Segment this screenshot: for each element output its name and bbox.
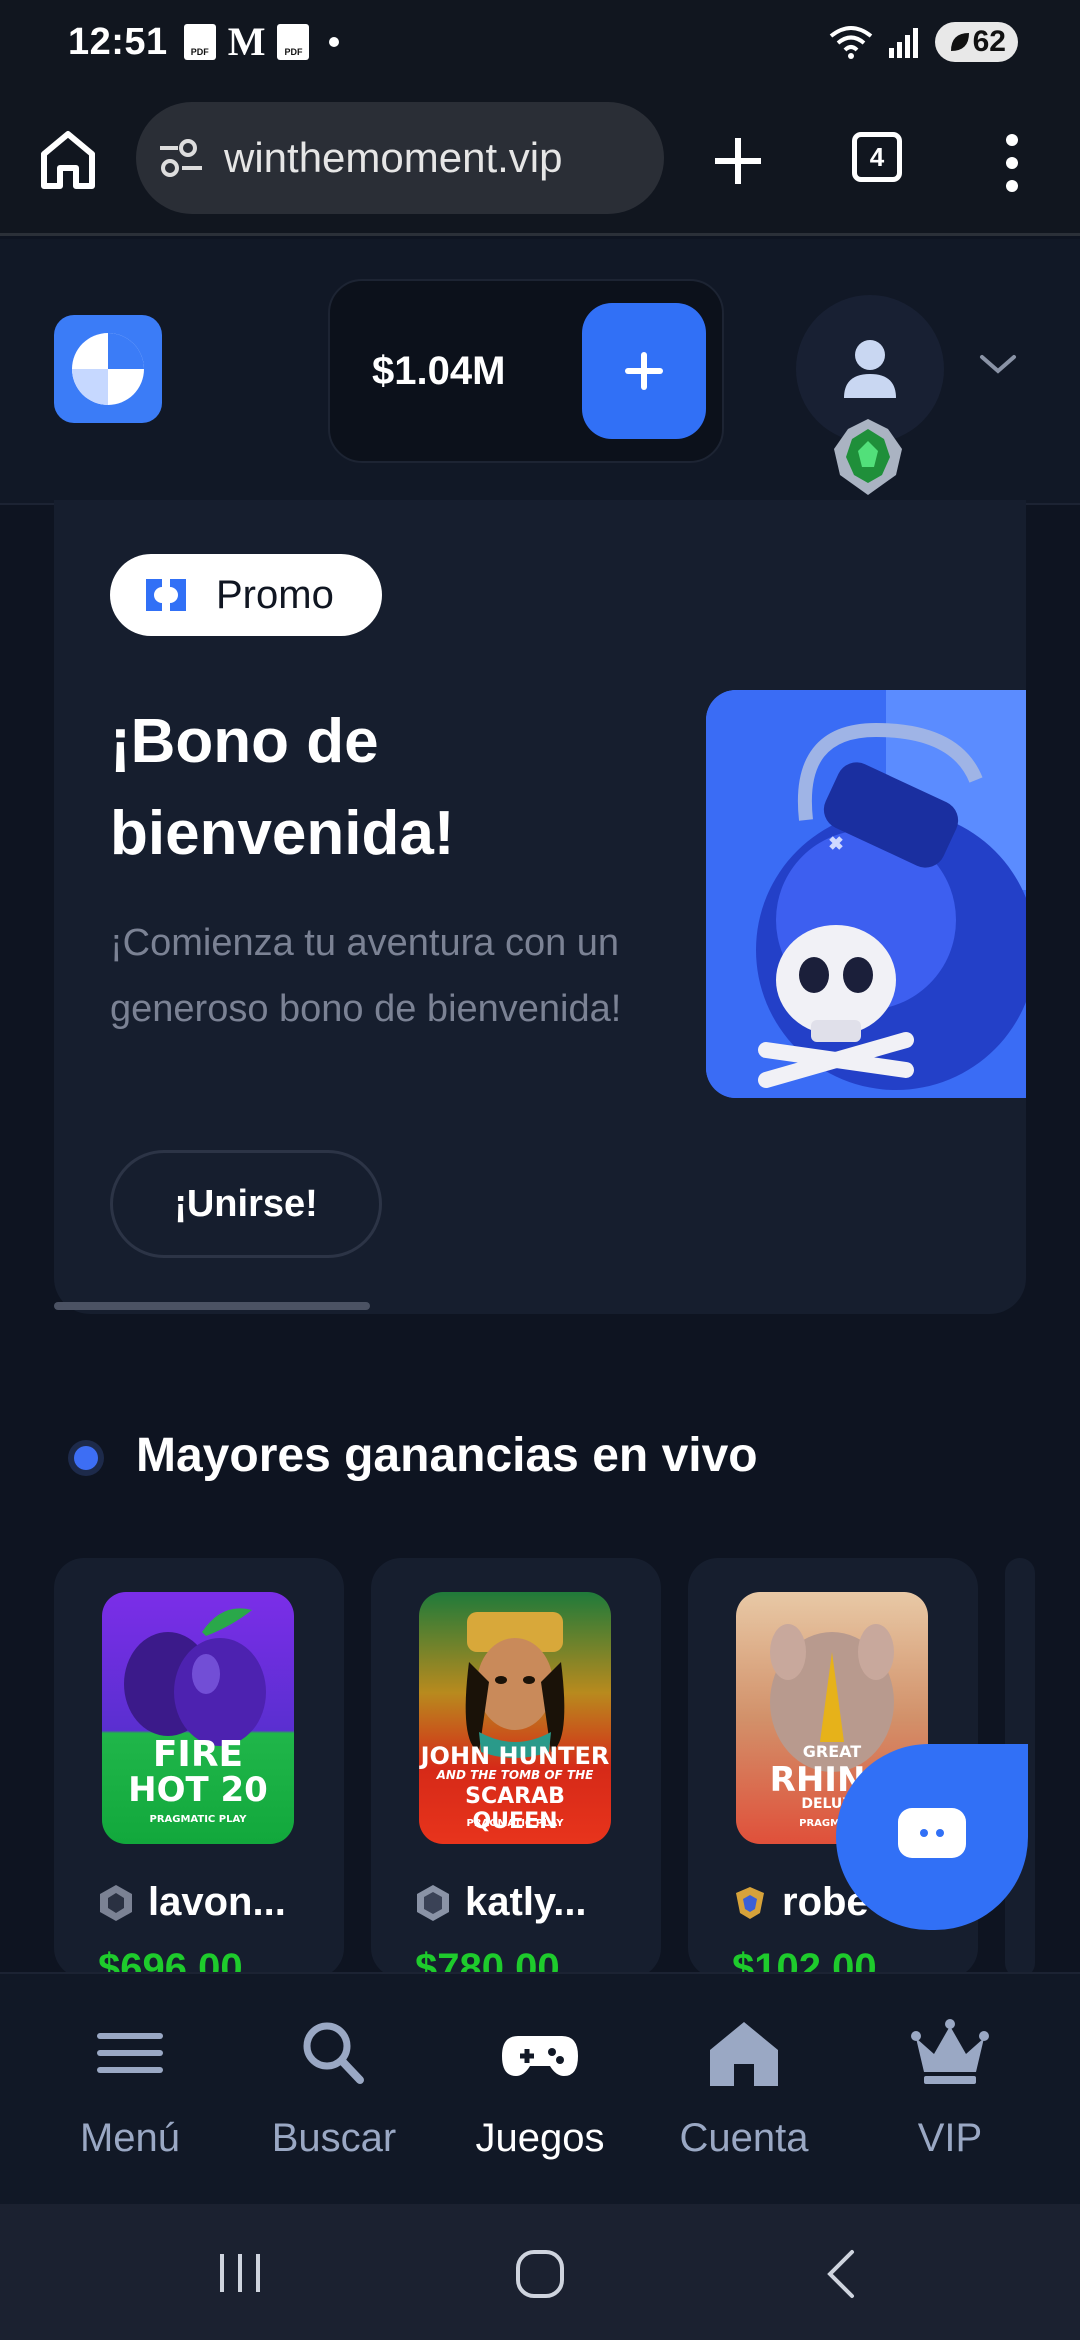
balance-amount: $1.04M [372,349,506,393]
promo-bomb-image [706,690,1026,1098]
game-title-line2: HOT 20 [128,1770,268,1810]
address-bar[interactable]: winthemoment.vip [136,102,664,214]
promo-description: ¡Comienza tu aventura con un generoso bo… [110,922,622,1030]
plus-icon [625,352,663,390]
system-home-icon[interactable] [512,2248,568,2300]
game-thumbnail-fire-hot-20[interactable]: FIRE HOT 20 PRAGMATIC PLAY [102,1592,294,1844]
url-text: winthemoment.vip [224,134,563,181]
ticket-icon [146,579,186,611]
pdf-notification-icon: PDF [183,24,216,60]
winner-username: lavon... [148,1880,286,1924]
promo-tag-label: Promo [216,572,334,617]
promo-title: ¡Bono de bienvenida! [110,707,455,868]
win-card[interactable]: FIRE HOT 20 PRAGMATIC PLAY lavon... $696… [54,1558,344,1978]
section-title: Mayores ganancias en vivo [136,1429,758,1482]
rank-icon [100,1884,132,1921]
rank-icon [417,1884,449,1921]
status-time: 12:51 [68,20,168,63]
browser-home-icon[interactable] [38,124,98,196]
crown-icon [911,2019,989,2084]
game-provider: PRAGMATIC PLAY [466,1818,564,1829]
signal-icon [888,28,918,58]
winner-user: katly... [413,1880,587,1925]
back-icon[interactable] [820,2248,864,2300]
tab-switcher-button[interactable]: 4 [852,132,902,182]
site-logo[interactable] [54,315,162,423]
more-options-icon[interactable] [1000,128,1024,198]
game-title-sub: AND THE TOMB OF THE [436,1768,594,1782]
nav-item-vip[interactable]: VIP [850,1974,1050,2206]
user-icon [844,340,896,398]
game-title-line1: JOHN HUNTER [420,1742,610,1770]
deposit-button[interactable] [582,303,706,439]
search-icon [303,2022,364,2084]
chat-support-button[interactable] [836,1744,1028,1930]
rank-icon [736,1886,764,1919]
game-provider: PRAGMATIC PLAY [149,1814,247,1825]
winner-user: robe [730,1880,869,1925]
bottom-navigation: Menú Buscar Juegos Cuenta VIP [0,1972,1080,2204]
logo-icon [72,333,144,405]
win-card[interactable]: JOHN HUNTER AND THE TOMB OF THE SCARAB Q… [371,1558,661,1978]
join-button[interactable]: ¡Unirse! [110,1150,382,1258]
system-navigation-bar [0,2204,1080,2340]
status-bar: 12:51 PDF M PDF 62 [0,0,1080,84]
nav-item-games[interactable]: Juegos [440,1974,640,2206]
site-header: $1.04M [0,239,1080,505]
carousel-progress [54,1302,1026,1310]
recent-apps-icon[interactable] [210,2248,270,2298]
game-title-line1: FIRE [152,1734,244,1775]
pdf-notification-icon-2: PDF [277,24,310,60]
game-thumbnail-john-hunter[interactable]: JOHN HUNTER AND THE TOMB OF THE SCARAB Q… [419,1592,611,1844]
gamepad-icon [502,2036,578,2076]
rank-badge-icon [834,419,902,495]
winner-username: katly... [465,1880,587,1924]
more-notifications-dot-icon [329,37,340,47]
battery-saver-icon [950,33,969,51]
home-icon [710,2022,778,2086]
m-notification-icon: M [227,19,266,64]
live-indicator-icon [68,1440,104,1476]
menu-icon [97,2033,163,2073]
promo-tag: Promo [110,554,382,636]
battery-indicator: 62 [934,22,1018,62]
new-tab-icon[interactable] [708,124,768,196]
carousel-progress-thumb [54,1302,370,1310]
balance-widget[interactable]: $1.04M [328,279,724,463]
winner-user: lavon... [96,1880,286,1925]
promo-banner[interactable]: Promo ¡Bono de bienvenida! ¡Comienza tu … [54,500,1026,1314]
notification-icons: PDF M PDF [183,19,340,64]
nav-item-menu[interactable]: Menú [30,1974,230,2206]
nav-item-account[interactable]: Cuenta [644,1974,844,2206]
wifi-icon [829,26,872,59]
tab-count: 4 [869,141,885,172]
chat-icon [898,1808,966,1858]
chevron-down-icon[interactable] [978,349,1018,379]
browser-toolbar: winthemoment.vip 4 [0,84,1080,236]
nav-item-search[interactable]: Buscar [234,1974,434,2206]
site-settings-icon[interactable] [158,138,204,178]
